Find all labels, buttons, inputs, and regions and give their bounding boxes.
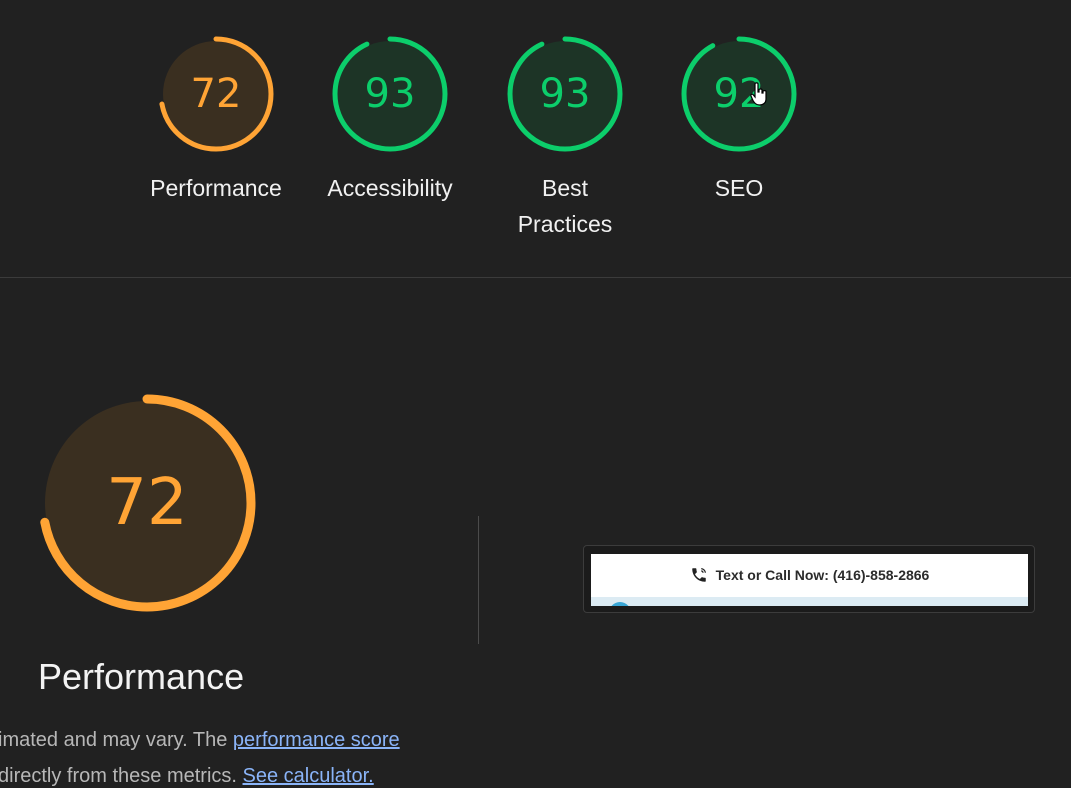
description-text-2: directly from these metrics. bbox=[0, 765, 243, 787]
gauge-best-practices-label-line2: Practices bbox=[517, 211, 613, 237]
gauge-best-practices-label: Best Practices bbox=[485, 170, 645, 242]
performance-score-link[interactable]: performance score bbox=[233, 729, 400, 751]
gauge-accessibility-score: 93 bbox=[364, 71, 416, 117]
gauge-best-practices[interactable]: 93 bbox=[507, 36, 623, 152]
see-calculator-link[interactable]: See calculator. bbox=[243, 765, 374, 787]
gauge-best-practices-label-line1: Best bbox=[541, 175, 589, 201]
screenshot-banner: Text or Call Now: (416)-858-2866 bbox=[591, 554, 1028, 596]
performance-description-line1: imated and may vary. The performance sco… bbox=[0, 729, 400, 752]
description-text-1: imated and may vary. The bbox=[0, 729, 233, 751]
screenshot-strip bbox=[591, 597, 1028, 606]
gauge-seo-score: 92 bbox=[713, 71, 765, 117]
final-screenshot-thumbnail[interactable]: Text or Call Now: (416)-858-2866 bbox=[583, 545, 1035, 613]
section-divider bbox=[0, 277, 1071, 278]
screenshot-banner-text: Text or Call Now: (416)-858-2866 bbox=[715, 567, 930, 583]
vertical-divider bbox=[478, 516, 479, 644]
gauge-seo[interactable]: 92 bbox=[681, 36, 797, 152]
gauge-accessibility[interactable]: 93 bbox=[332, 36, 448, 152]
gauge-performance-score: 72 bbox=[190, 71, 242, 117]
phone-icon bbox=[691, 568, 706, 582]
performance-main-gauge: 72 bbox=[38, 394, 256, 612]
hand-pointer-icon bbox=[750, 82, 767, 106]
performance-title: Performance bbox=[38, 656, 245, 697]
gauge-seo-label: SEO bbox=[714, 175, 764, 201]
gauge-performance-label: Performance bbox=[150, 175, 282, 201]
gauge-best-practices-score: 93 bbox=[539, 71, 591, 117]
gauge-performance[interactable]: 72 bbox=[158, 36, 274, 152]
performance-description-line2: directly from these metrics. See calcula… bbox=[0, 765, 374, 788]
performance-main-score: 72 bbox=[106, 466, 188, 540]
screenshot-image: Text or Call Now: (416)-858-2866 bbox=[591, 554, 1028, 606]
gauge-accessibility-label: Accessibility bbox=[327, 175, 453, 201]
